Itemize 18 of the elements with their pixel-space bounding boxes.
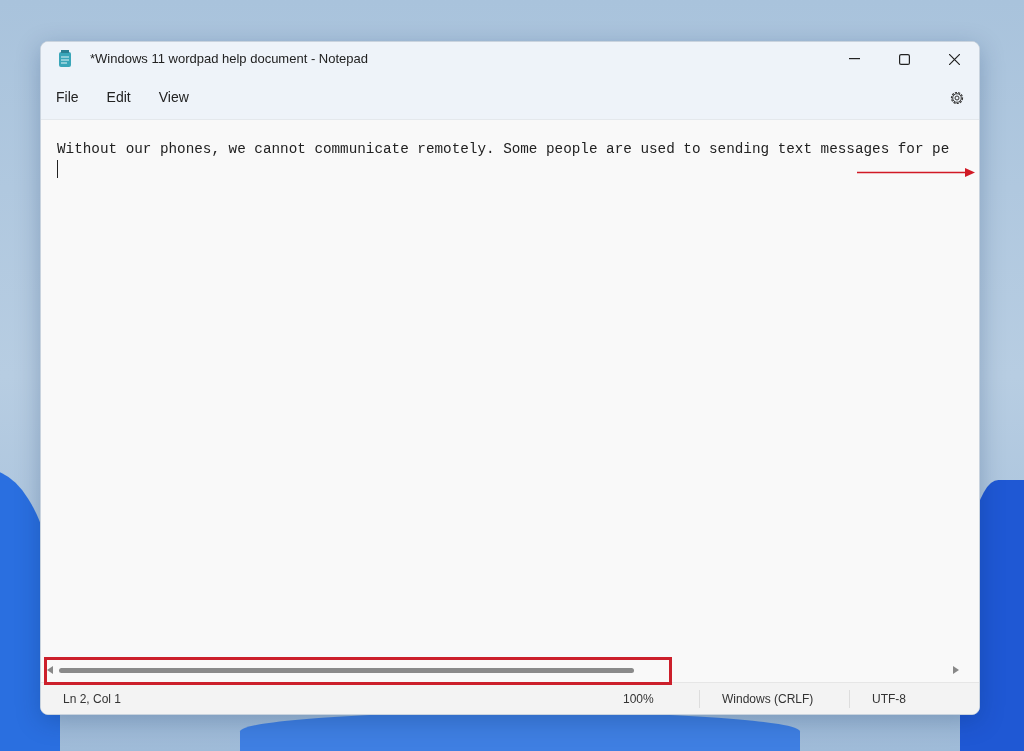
- scroll-left-icon[interactable]: [47, 666, 53, 674]
- window-title: *Windows 11 wordpad help document - Notepad: [90, 50, 369, 69]
- minimize-icon: [848, 58, 860, 60]
- encoding: UTF-8: [849, 689, 979, 708]
- maximize-icon: [898, 53, 910, 65]
- scrollbar-thumb[interactable]: [59, 667, 634, 673]
- notepad-icon: [58, 50, 72, 68]
- menu-item[interactable]: File: [46, 83, 89, 112]
- menu-item[interactable]: View: [148, 83, 199, 112]
- text-cursor: [57, 160, 58, 178]
- text-editor[interactable]: Without our phones, we cannot communicate remotely. Some people are used to sending text messages for pe: [41, 120, 979, 658]
- cursor-position: Ln 2, Col 1: [62, 690, 123, 708]
- zoom-level: 100%: [622, 690, 655, 708]
- settings-icon[interactable]: [949, 89, 965, 106]
- line-ending: Windows (CRLF): [699, 689, 849, 708]
- menu-item[interactable]: Edit: [96, 83, 141, 112]
- text-line: Without our phones, we cannot communicate remotely. Some people are used to sending text messages for pe: [57, 140, 950, 159]
- close-icon: [948, 53, 960, 65]
